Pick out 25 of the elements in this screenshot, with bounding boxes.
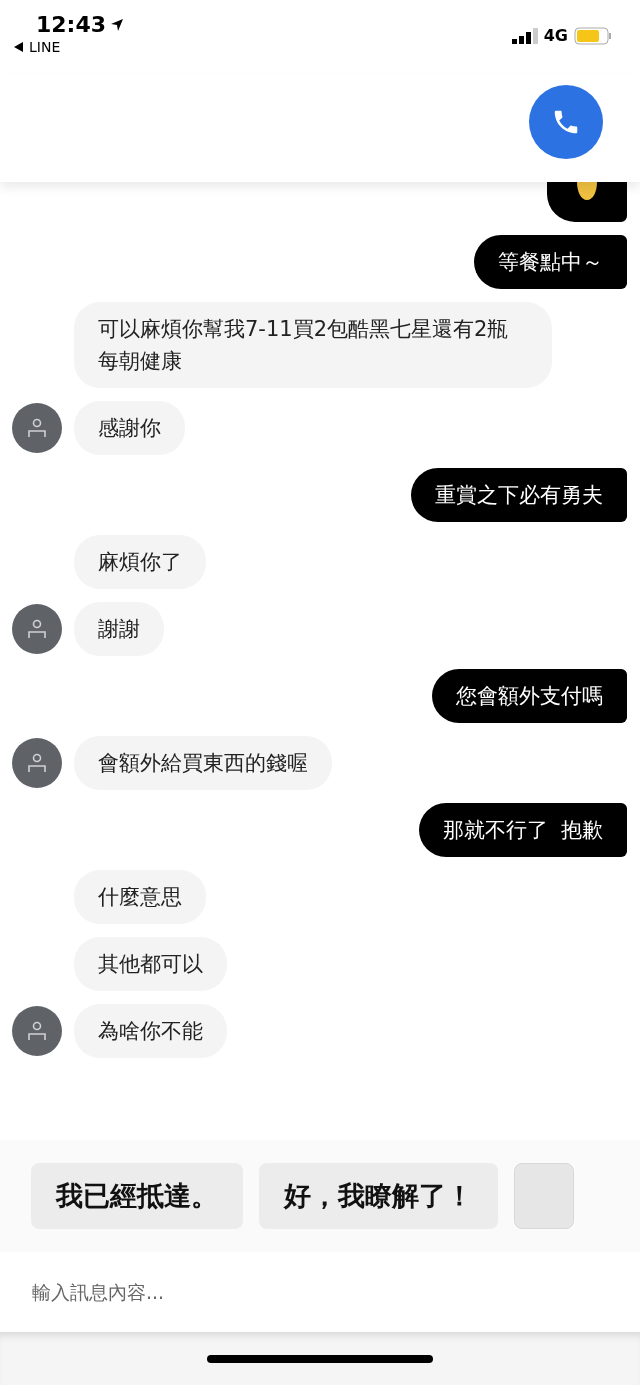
person-icon xyxy=(26,1020,48,1042)
message-bubble: 感謝你 xyxy=(74,401,185,455)
location-arrow-icon xyxy=(110,17,125,32)
message-bubble: 麻煩你了 xyxy=(74,535,206,589)
message-bubble: 其他都可以 xyxy=(74,937,227,991)
network-label: 4G xyxy=(543,26,568,45)
person-icon xyxy=(26,618,48,640)
message-bubble: 會額外給買東西的錢喔 xyxy=(74,736,332,790)
clock-time: 12:43 xyxy=(36,12,125,37)
message-bubble: 為啥你不能 xyxy=(74,1004,227,1058)
message-bubble: 什麼意思 xyxy=(74,870,206,924)
person-icon xyxy=(26,417,48,439)
message-bubble: 重賞之下必有勇夫 xyxy=(411,468,627,522)
signal-icon xyxy=(511,27,538,44)
message-bubble: 謝謝 xyxy=(74,602,164,656)
message-bubble: 等餐點中～ xyxy=(474,235,627,289)
message-bubble: 您會額外支付嗎 xyxy=(432,669,627,723)
battery-icon xyxy=(574,26,612,45)
message-bubble: 那就不行了 抱歉 xyxy=(418,803,627,857)
person-icon xyxy=(26,752,48,774)
quick-reply-chip[interactable]: 我已經抵達。 xyxy=(31,1163,243,1229)
back-link[interactable]: LINE xyxy=(14,39,125,55)
message-bubble: 可以麻煩你幫我7-11買2包酷黑七星還有2瓶每朝健康 xyxy=(74,302,552,388)
quick-reply-chip[interactable]: 好，我瞭解了！ xyxy=(259,1163,498,1229)
back-triangle-icon xyxy=(14,42,23,52)
